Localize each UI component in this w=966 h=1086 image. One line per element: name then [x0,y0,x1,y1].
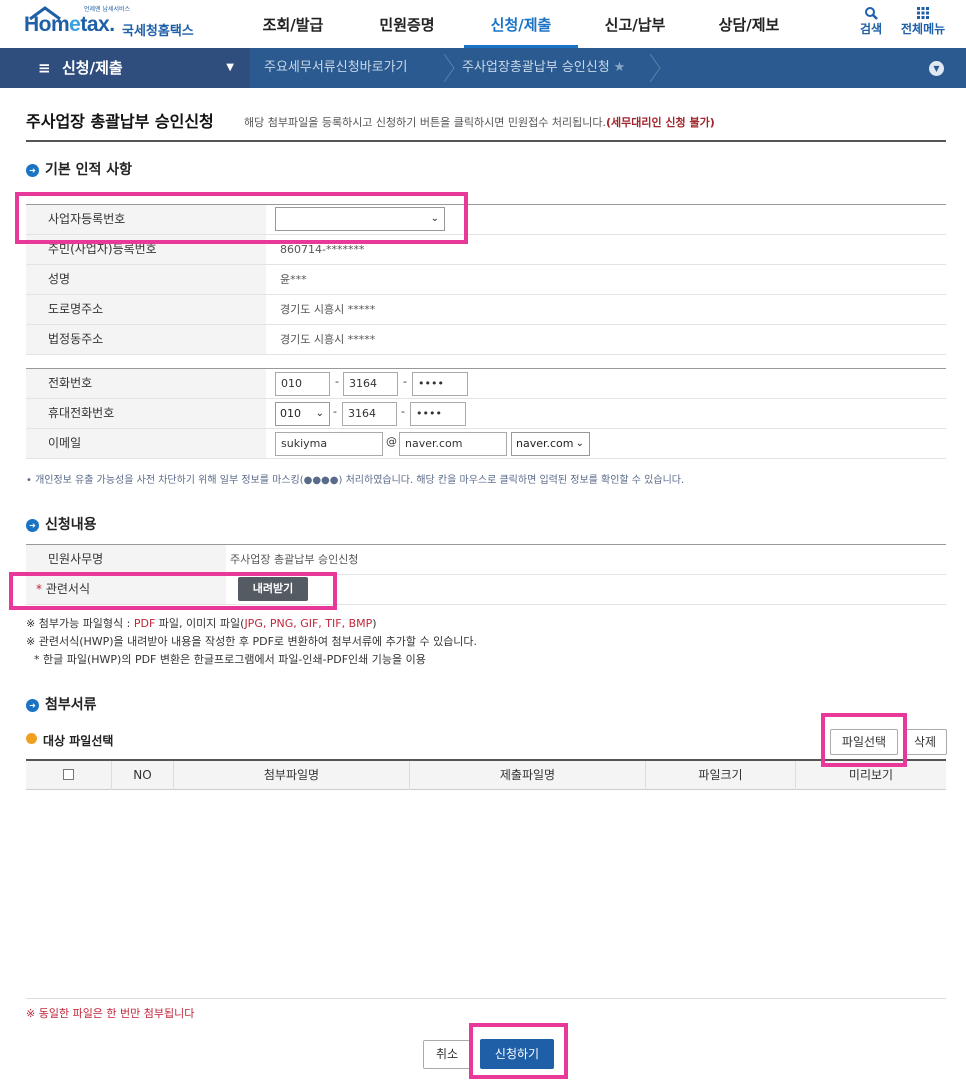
subsection-file-select: 대상 파일선택 [26,732,113,749]
dash-separator: - [335,375,339,388]
email-domain-select[interactable]: naver.com ⌄ [511,432,590,456]
grid-menu-icon [917,7,930,19]
breadcrumb-item-current[interactable]: 주사업장총괄납부 승인신청 ★ [462,48,625,88]
global-nav: 조회/발급 민원증명 신청/제출 신고/납부 상담/제보 [236,0,806,48]
current-menu-dropdown[interactable]: ≡ 신청/제출 ▼ [0,48,250,88]
value-service-name: 주사업장 총괄납부 승인신청 [230,553,359,566]
masking-notice: • 개인정보 유출 가능성을 사전 차단하기 위해 일부 정보를 마스킹(●●●… [26,475,685,486]
column-header-attach-name: 첨부파일명 [174,761,410,790]
at-sign: @ [386,435,397,448]
chevron-down-icon: ⌄ [575,438,584,449]
current-menu-label: 신청/제출 [62,59,123,77]
mobile-field-3[interactable]: •••• [410,402,466,426]
breadcrumb-item-shortcut[interactable]: 주요세무서류신청바로가기 [264,48,408,88]
row-name: 성명 윤*** [26,265,946,295]
highlight-related-form [9,572,337,610]
duplicate-file-notice: ※ 동일한 파일은 한 번만 첨부됩니다 [26,1007,195,1020]
arrow-circle-icon: ➜ [26,164,39,177]
breadcrumb-separator-icon [443,54,455,82]
favorite-star-icon[interactable]: ★ [614,60,626,75]
expand-circle-icon[interactable]: ▼ [929,61,944,76]
row-phone: 전화번호 010 - 3164 - •••• [26,369,946,399]
arrow-circle-icon: ➜ [26,519,39,532]
search-label: 검색 [860,22,883,36]
select-all-checkbox[interactable] [63,769,74,780]
section-title-apply: ➜ 신청내용 [26,514,97,534]
section-title-attach: ➜ 첨부서류 [26,694,97,714]
bullet-dot-icon [26,733,37,744]
hamburger-icon: ≡ [38,59,51,77]
logo-tagline: 언제엔 납세서비스 [84,6,131,13]
delete-button[interactable]: 삭제 [903,729,947,755]
cancel-button[interactable]: 취소 [423,1040,471,1069]
label-mobile: 휴대전화번호 [26,399,266,428]
label-email: 이메일 [26,429,266,458]
all-menu-label: 전체메뉴 [901,22,946,36]
phone-field-2[interactable]: 3164 [343,372,398,396]
hometax-logo[interactable]: 언제엔 납세서비스 Hometax. 국세청홈택스 [24,4,204,44]
all-menu-button[interactable]: 전체메뉴 [901,6,945,37]
highlight-file-select [821,713,907,767]
value-legal-address: 경기도 시흥시 ***** [280,333,376,346]
column-header-submit-name: 제출파일명 [410,761,646,790]
value-road-address: 경기도 시흥시 ***** [280,303,376,316]
caret-down-icon: ▼ [226,62,234,73]
gnb-item-consult[interactable]: 상담/제보 [692,0,806,48]
page-description: 해당 첨부파일을 등록하시고 신청하기 버튼을 클릭하시면 민원접수 처리됩니다… [244,116,715,129]
logo-korean: 국세청홈택스 [122,24,194,39]
breadcrumb-bar: ≡ 신청/제출 ▼ 주요세무서류신청바로가기 주사업장총괄납부 승인신청 ★ ▼ [0,48,966,88]
attachment-table-header: NO 첨부파일명 제출파일명 파일크기 미리보기 [26,759,946,790]
column-header-no: NO [112,761,174,790]
phone-field-3[interactable]: •••• [412,372,468,396]
search-button[interactable]: 검색 [860,6,882,37]
title-divider [26,140,946,142]
mobile-prefix-select[interactable]: 010 ⌄ [275,402,330,426]
mobile-field-2[interactable]: 3164 [342,402,397,426]
value-name: 윤*** [280,273,307,286]
highlight-business-number [15,192,468,244]
dash-separator: - [403,375,407,388]
label-road-address: 도로명주소 [26,295,266,324]
email-id-field[interactable]: sukiyma [275,432,383,456]
dash-separator: - [401,405,405,418]
column-header-file-size: 파일크기 [646,761,796,790]
chevron-down-icon: ⌄ [315,408,324,419]
row-service-name: 민원사무명 주사업장 총괄납부 승인신청 [26,545,946,575]
row-road-address: 도로명주소 경기도 시흥시 ***** [26,295,946,325]
header-checkbox-cell [26,761,112,790]
label-name: 성명 [26,265,266,294]
search-icon [865,7,878,20]
hwp-pdf-tip: * 한글 파일(HWP)의 PDF 변환은 한글프로그램에서 파일-인쇄-PDF… [34,653,426,666]
page-title: 주사업장 총괄납부 승인신청 [26,112,214,131]
row-email: 이메일 sukiyma @ naver.com naver.com ⌄ [26,429,946,459]
top-header: 언제엔 납세서비스 Hometax. 국세청홈택스 조회/발급 민원증명 신청/… [0,0,966,48]
dash-separator: - [333,405,337,418]
phone-field-1[interactable]: 010 [275,372,330,396]
label-legal-address: 법정동주소 [26,325,266,354]
gnb-item-report-pay[interactable]: 신고/납부 [578,0,692,48]
highlight-submit [469,1023,568,1079]
hwp-convert-info: ※ 관련서식(HWP)을 내려받아 내용을 작성한 후 PDF로 변환하여 첨부… [26,635,478,648]
row-legal-address: 법정동주소 경기도 시흥시 ***** [26,325,946,355]
label-phone: 전화번호 [26,369,266,398]
table-bottom-line [26,998,946,999]
section-title-basic: ➜ 기본 인적 사항 [26,159,132,179]
file-format-info: ※ 첨부가능 파일형식 : PDF 파일, 이미지 파일(JPG, PNG, G… [26,617,377,630]
gnb-item-inquiry[interactable]: 조회/발급 [236,0,350,48]
email-domain-field[interactable]: naver.com [399,432,507,456]
arrow-circle-icon: ➜ [26,699,39,712]
gnb-item-apply-submit[interactable]: 신청/제출 [464,0,578,48]
gnb-item-certificates[interactable]: 민원증명 [350,0,464,48]
logo-wordmark: Hometax. [24,13,115,36]
breadcrumb-separator-icon [649,54,661,82]
label-service-name: 민원사무명 [26,545,226,574]
row-mobile: 휴대전화번호 010 ⌄ - 3164 - •••• [26,399,946,429]
